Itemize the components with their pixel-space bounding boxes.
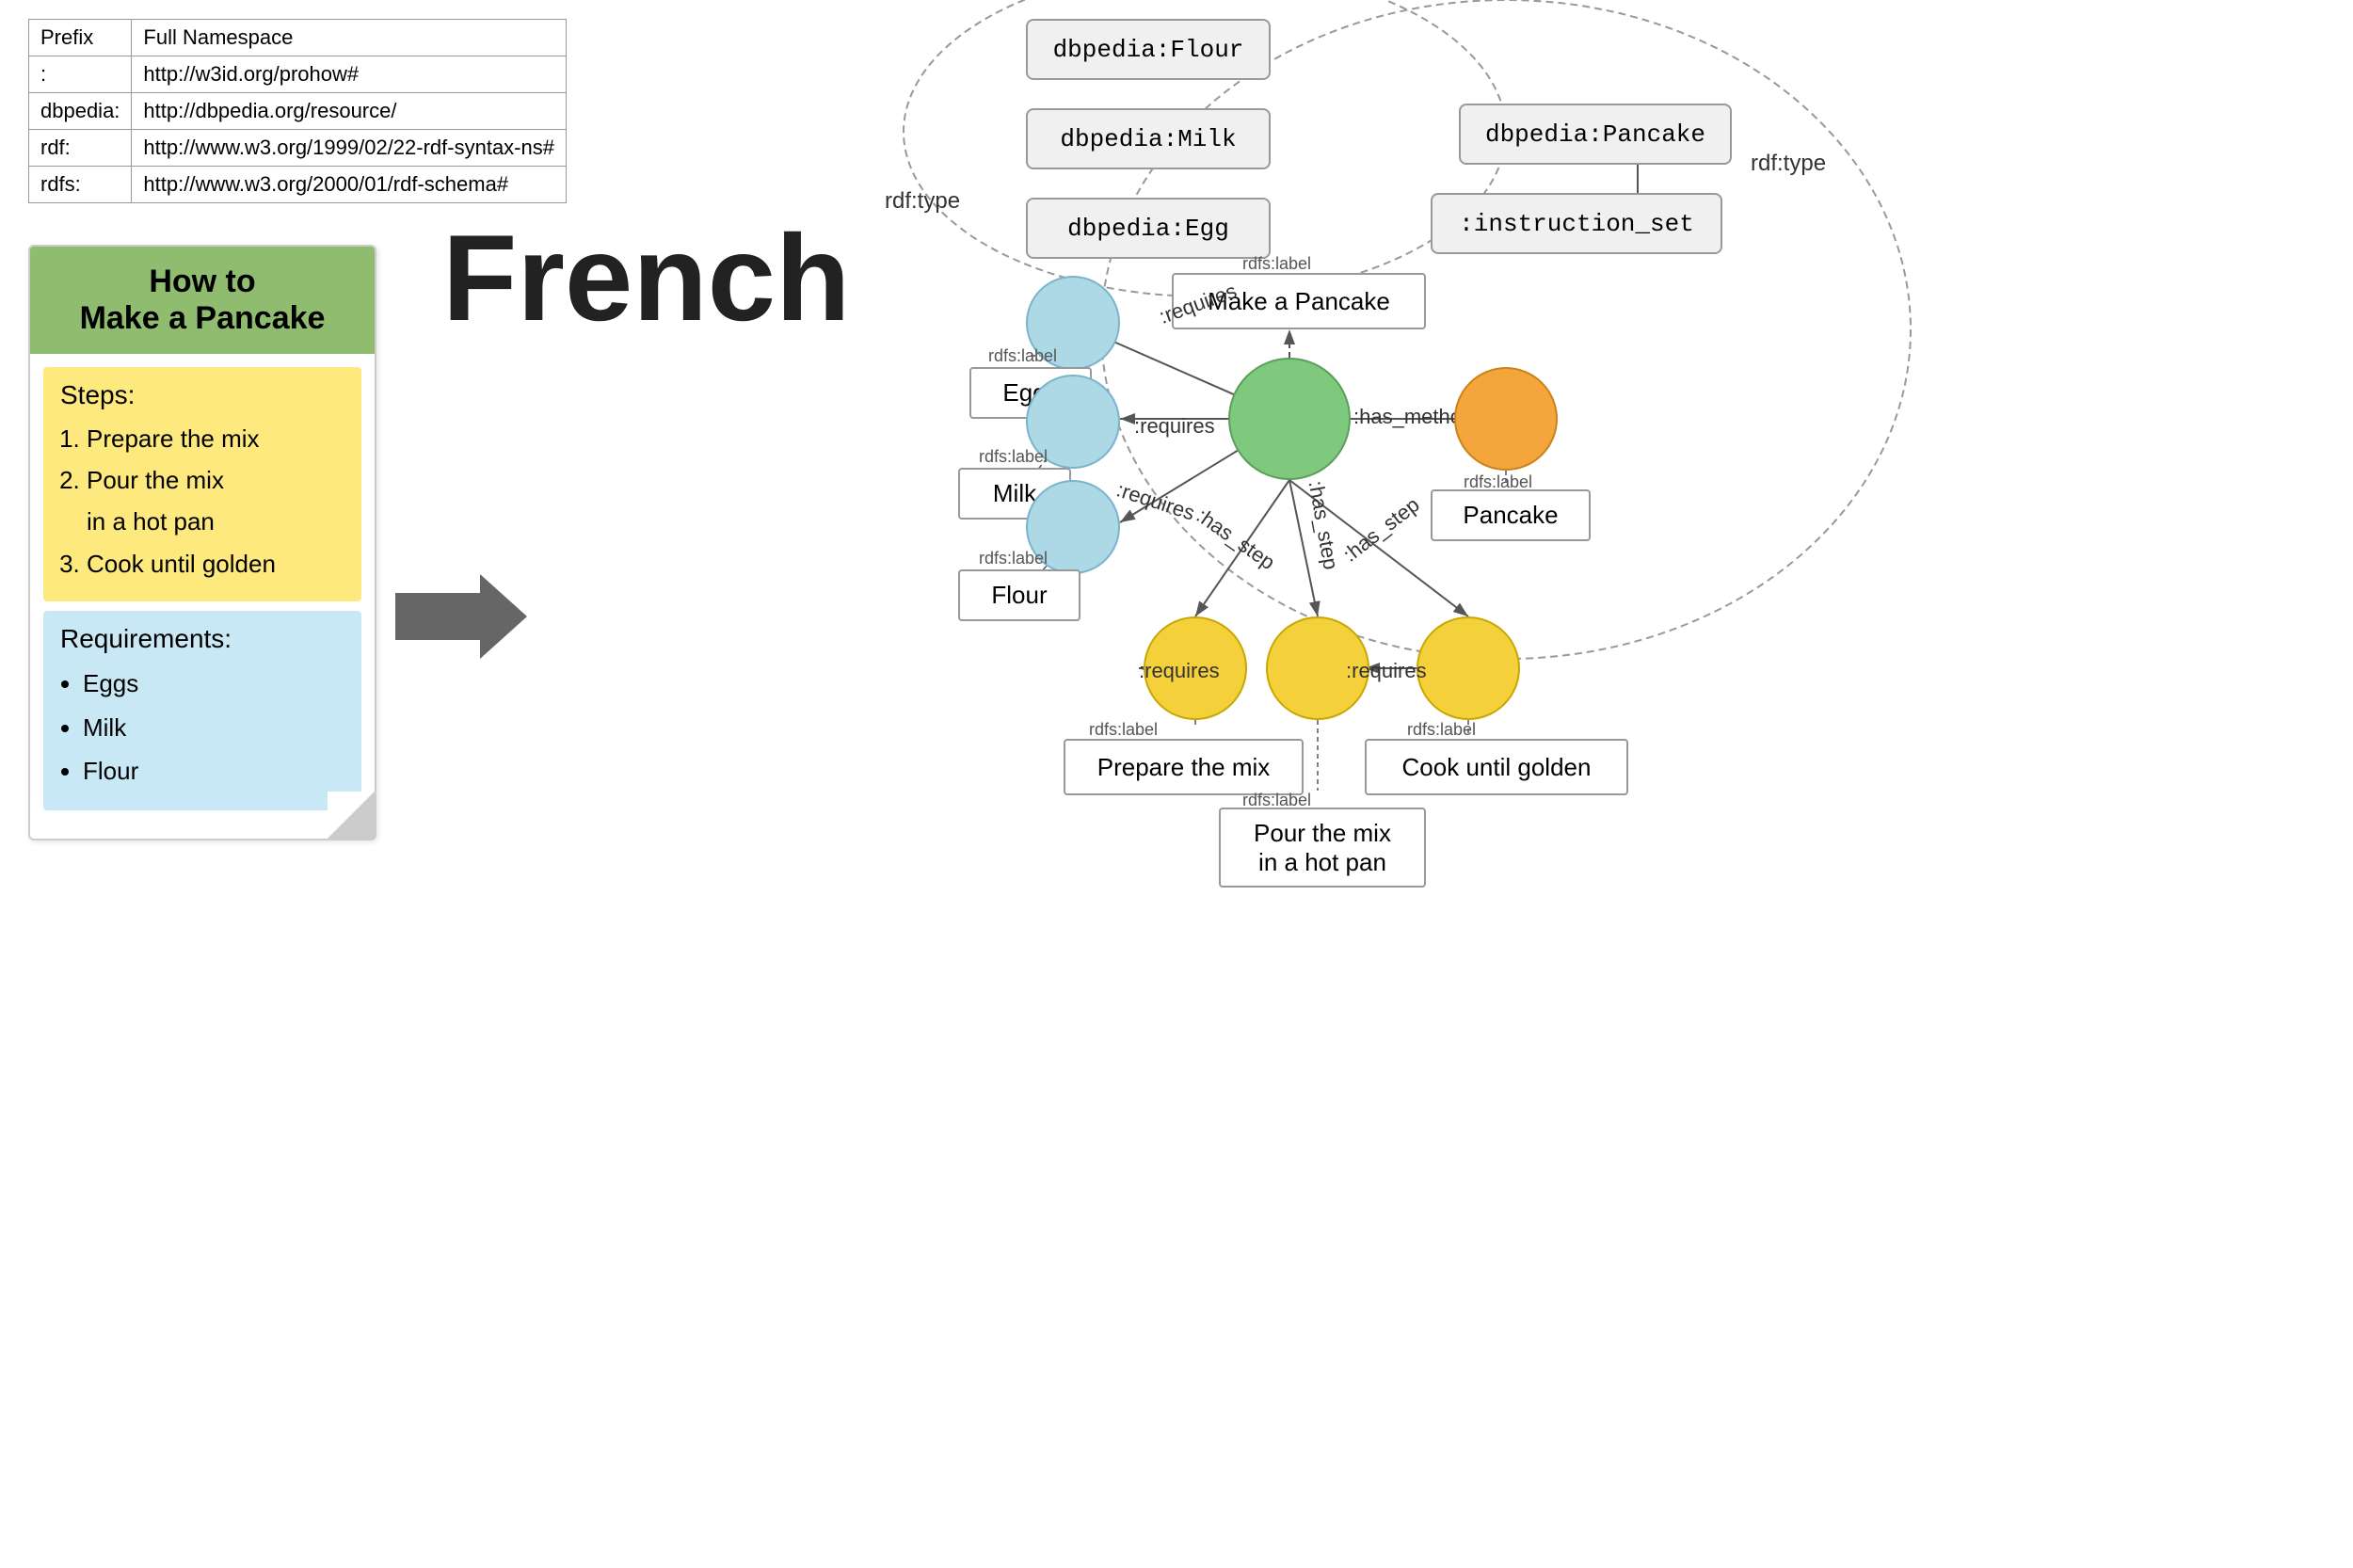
requires-step-right: :requires [1346,659,1427,683]
requirements-label: Requirements: [60,624,344,654]
graph-area: dbpedia:Flour dbpedia:Milk dbpedia:Panca… [518,0,2306,1568]
steps-label: Steps: [60,380,344,410]
arrow-right [395,574,527,659]
recipe-title: How toMake a Pancake [30,247,375,354]
pour-label: Pour the mixin a hot pan [1219,808,1426,888]
rdf-type-label-right: rdf:type [1751,151,1826,177]
step-3: Cook until golden [87,543,344,584]
ns-prefix-4: rdfs: [29,167,132,203]
namespace-table: Prefix Full Namespace : http://w3id.org/… [28,19,567,203]
ns-prefix-1: : [29,56,132,93]
has-step-2-label: :has_step [1304,479,1343,571]
rdfs-label-flour-circle: rdfs:label [979,549,1048,568]
ns-uri-2: http://dbpedia.org/resource/ [132,93,567,130]
prepare-label: Prepare the mix [1064,739,1304,795]
step-1: Prepare the mix [87,418,344,459]
rdf-type-label-left: rdf:type [885,188,960,215]
node-pancake-rect: dbpedia:Pancake [1459,104,1732,165]
rdfs-label-eggs-circle: rdfs:label [988,346,1057,366]
req-1: Eggs [83,662,344,706]
recipe-steps: Steps: Prepare the mix Pour the mixin a … [43,367,361,601]
step-2: Pour the mixin a hot pan [87,459,344,542]
ns-prefix-3: rdf: [29,130,132,167]
has-step-3-label: :has_step [1338,492,1424,567]
namespace-header: Full Namespace [132,20,567,56]
recipe-requirements: Requirements: Eggs Milk Flour [43,611,361,810]
req-3: Flour [83,749,344,793]
center-circle [1228,358,1351,480]
steps-list: Prepare the mix Pour the mixin a hot pan… [60,418,344,584]
prefix-header: Prefix [29,20,132,56]
node-instruction-set-rect: :instruction_set [1431,193,1722,254]
requires-step-left: :requires [1139,659,1220,683]
requirements-list: Eggs Milk Flour [60,662,344,793]
ns-uri-4: http://www.w3.org/2000/01/rdf-schema# [132,167,567,203]
rdfs-label-make-pancake: rdfs:label [1242,254,1311,274]
ns-uri-3: http://www.w3.org/1999/02/22-rdf-syntax-… [132,130,567,167]
flour-label: Flour [958,569,1080,621]
node-flour-rect: dbpedia:Flour [1026,19,1271,80]
node-egg-rect: dbpedia:Egg [1026,198,1271,259]
method-circle [1454,367,1558,471]
ns-uri-1: http://w3id.org/prohow# [132,56,567,93]
rdfs-label-milk-circle: rdfs:label [979,447,1048,467]
rdfs-label-step3: rdfs:label [1407,720,1476,740]
requires-flour-label: :requires [1113,477,1197,525]
step3-circle [1417,616,1520,720]
has-step-1-label: :has_step [1192,504,1279,575]
pancake-label: Pancake [1431,489,1591,541]
rdfs-label-step1: rdfs:label [1089,720,1158,740]
recipe-card: How toMake a Pancake Steps: Prepare the … [28,245,376,840]
req-2: Milk [83,706,344,750]
cook-label: Cook until golden [1365,739,1628,795]
requires-milk-label: :requires [1134,414,1215,439]
node-milk-rect: dbpedia:Milk [1026,108,1271,169]
ns-prefix-2: dbpedia: [29,93,132,130]
